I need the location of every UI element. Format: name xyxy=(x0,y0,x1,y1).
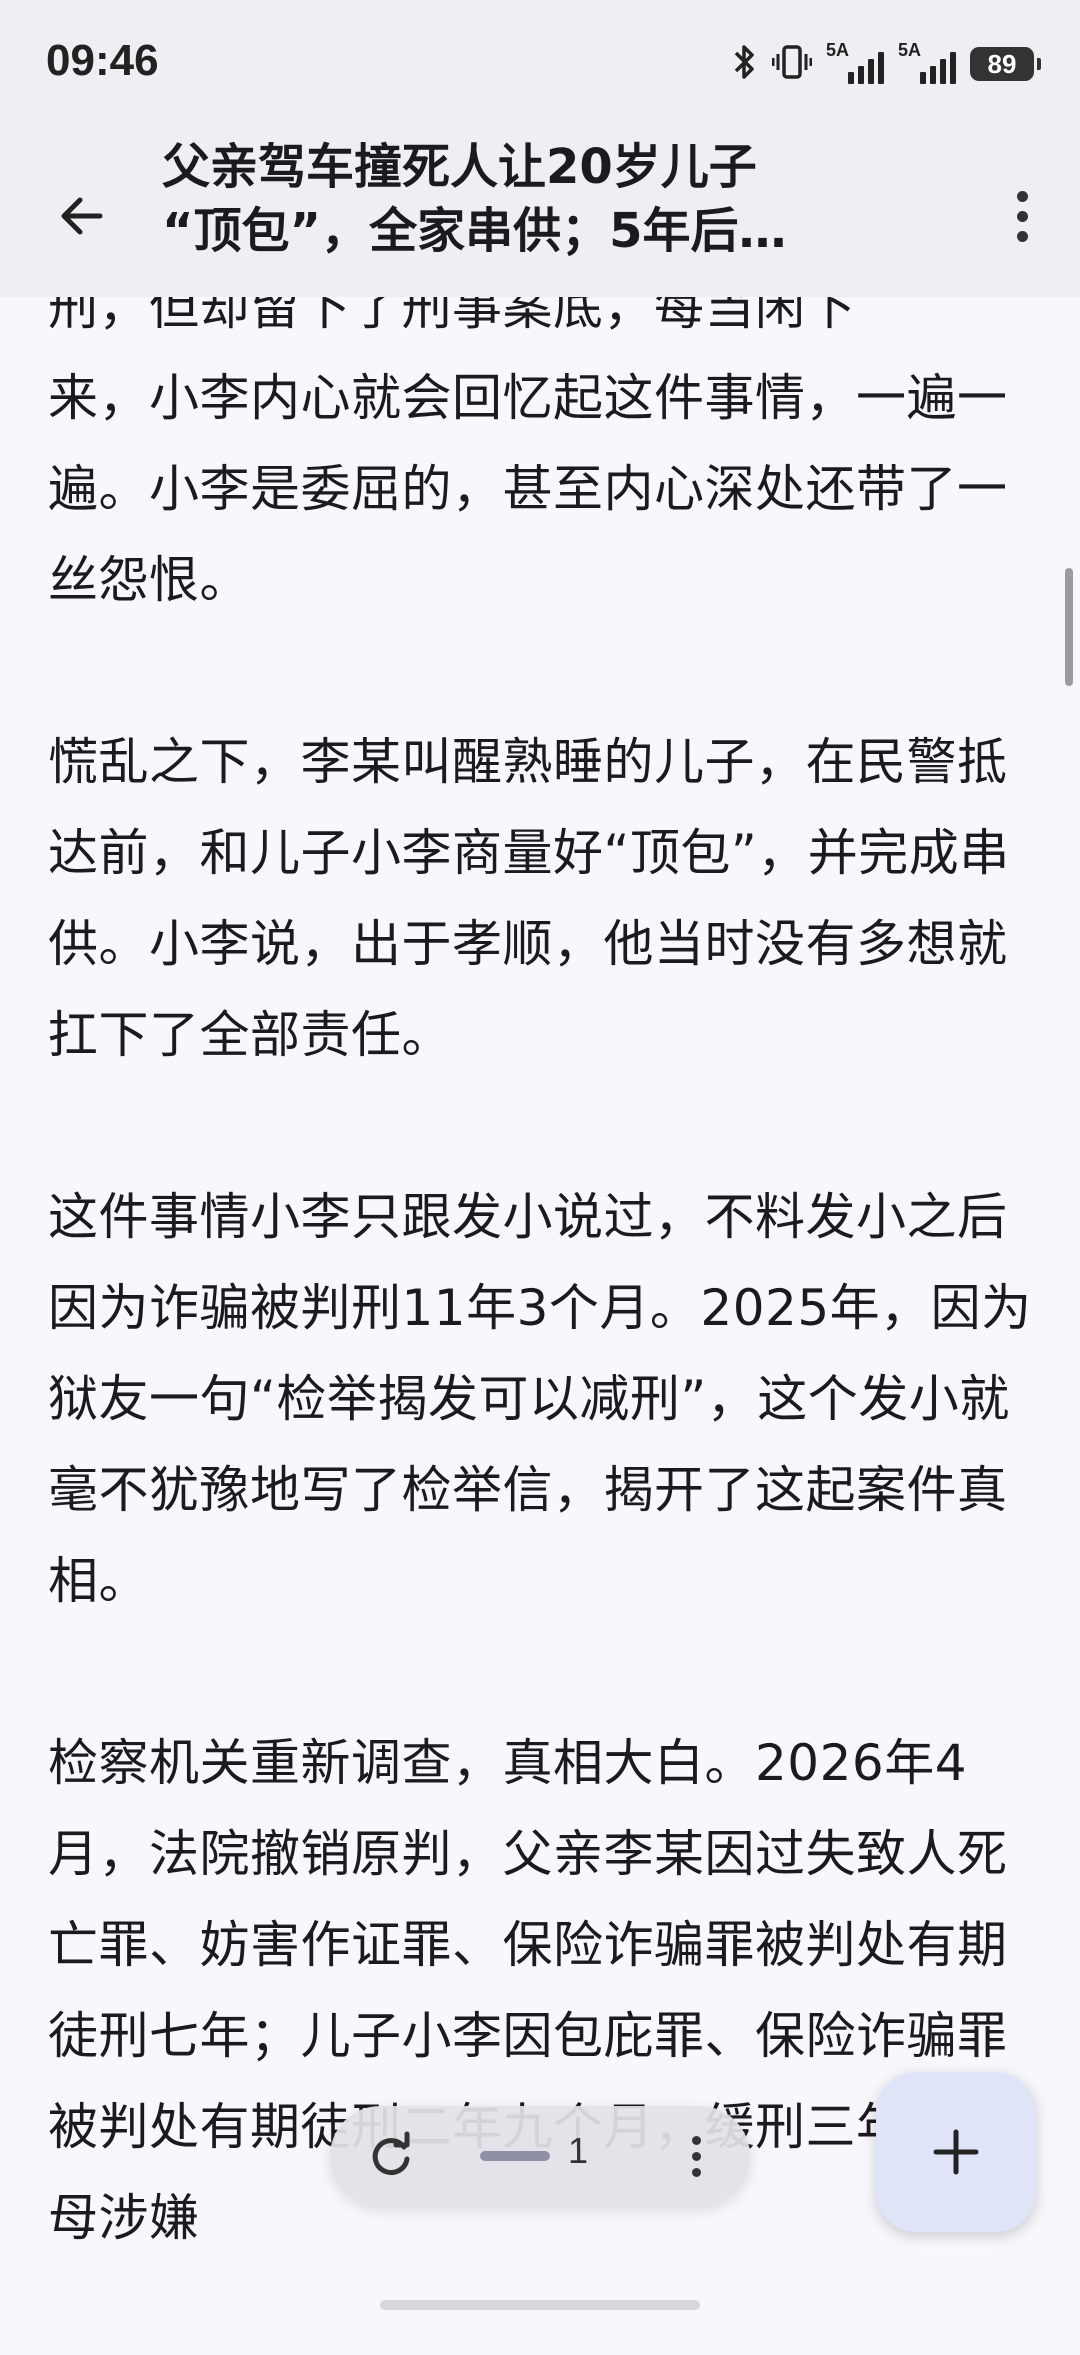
title-line: “顶包”，全家串供；5年后… xyxy=(162,203,787,259)
more-vert-icon xyxy=(1016,190,1028,242)
signal-icon: 5A xyxy=(826,40,884,84)
more-menu-button[interactable] xyxy=(992,175,1052,257)
scrollbar[interactable] xyxy=(1065,568,1073,686)
page-title: 父亲驾车撞死人让20岁儿子 “顶包”，全家串供；5年后… xyxy=(162,135,922,263)
app-bar: 父亲驾车撞死人让20岁儿子 “顶包”，全家串供；5年后… xyxy=(0,125,1080,297)
article-paragraph: 来，小李内心就会回忆起这件事情，一遍一遍。小李是委屈的，甚至内心深处还带了一丝怨… xyxy=(48,369,1008,609)
arrow-left-icon xyxy=(61,197,103,235)
status-icons: 5A 5A 89 xyxy=(732,36,1041,92)
pager-more-button[interactable] xyxy=(676,2128,716,2184)
battery-icon: 89 xyxy=(970,47,1041,81)
refresh-icon xyxy=(372,2131,410,2176)
vibrate-icon xyxy=(771,42,813,86)
article-paragraph: 这件事情小李只跟发小说过，不料发小之后因为诈骗被判刑11年3个月。2025年，因… xyxy=(48,1188,1032,1610)
signal-icon: 5A xyxy=(898,40,956,84)
signal-label: 5A xyxy=(826,40,850,60)
gesture-handle[interactable] xyxy=(380,2300,700,2310)
back-button[interactable] xyxy=(40,175,122,257)
reload-button[interactable] xyxy=(366,2131,416,2181)
page-navigator: 1 xyxy=(330,2106,750,2206)
page-number: 1 xyxy=(568,2130,589,2171)
more-vert-icon xyxy=(691,2135,701,2177)
article-body: 刑，但却留下了刑事案底，每当闲下 来，小李内心就会回忆起这件事情，一遍一遍。小李… xyxy=(48,262,1038,2355)
signal-label: 5A xyxy=(898,40,922,60)
add-fab-button[interactable] xyxy=(876,2072,1036,2232)
status-bar: 09:46 5A 5A 89 xyxy=(0,0,1080,125)
title-line: 父亲驾车撞死人让20岁儿子 xyxy=(162,139,757,195)
status-time: 09:46 xyxy=(46,36,159,85)
plus-icon xyxy=(933,2129,979,2175)
bluetooth-icon xyxy=(732,42,758,86)
article-paragraph: 慌乱之下，李某叫醒熟睡的儿子，在民警抵达前，和儿子小李商量好“顶包”，并完成串供… xyxy=(48,733,1010,1064)
page-slider[interactable] xyxy=(480,2151,550,2161)
